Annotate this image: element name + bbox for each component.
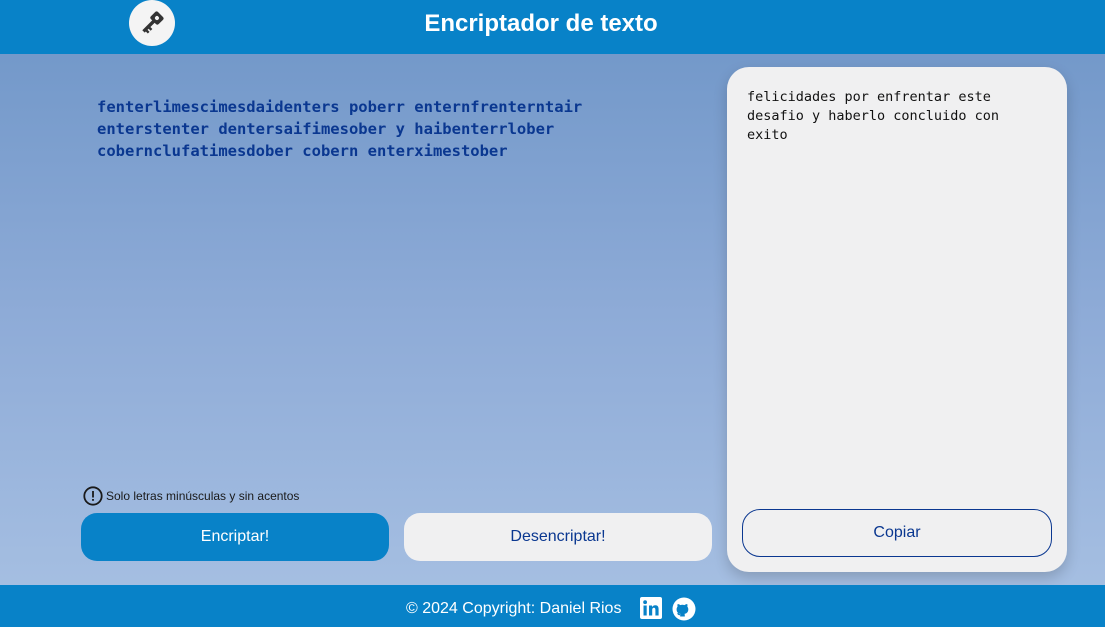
github-icon bbox=[672, 597, 696, 621]
info-icon bbox=[83, 486, 103, 506]
github-link[interactable] bbox=[672, 597, 696, 621]
app-footer: © 2024 Copyright: Daniel Rios bbox=[0, 585, 1105, 627]
copy-button[interactable]: Copiar bbox=[742, 509, 1052, 557]
text-input-area[interactable]: fenterlimescimesdaidenters poberr entern… bbox=[97, 96, 657, 162]
output-panel: felicidades por enfrentar este desafio y… bbox=[727, 67, 1067, 572]
output-text: felicidades por enfrentar este desafio y… bbox=[747, 89, 1008, 143]
page-title: Encriptador de texto bbox=[424, 10, 658, 37]
app-header: Encriptador de texto bbox=[0, 0, 1105, 54]
decrypt-button[interactable]: Desencriptar! bbox=[404, 513, 712, 561]
linkedin-link[interactable] bbox=[640, 597, 662, 619]
input-hint: Solo letras minúsculas y sin acentos bbox=[83, 486, 299, 506]
copyright-text: © 2024 Copyright: Daniel Rios bbox=[406, 600, 622, 617]
linkedin-icon bbox=[640, 597, 662, 619]
hint-text: Solo letras minúsculas y sin acentos bbox=[106, 489, 300, 503]
encrypt-button[interactable]: Encriptar! bbox=[81, 513, 389, 561]
